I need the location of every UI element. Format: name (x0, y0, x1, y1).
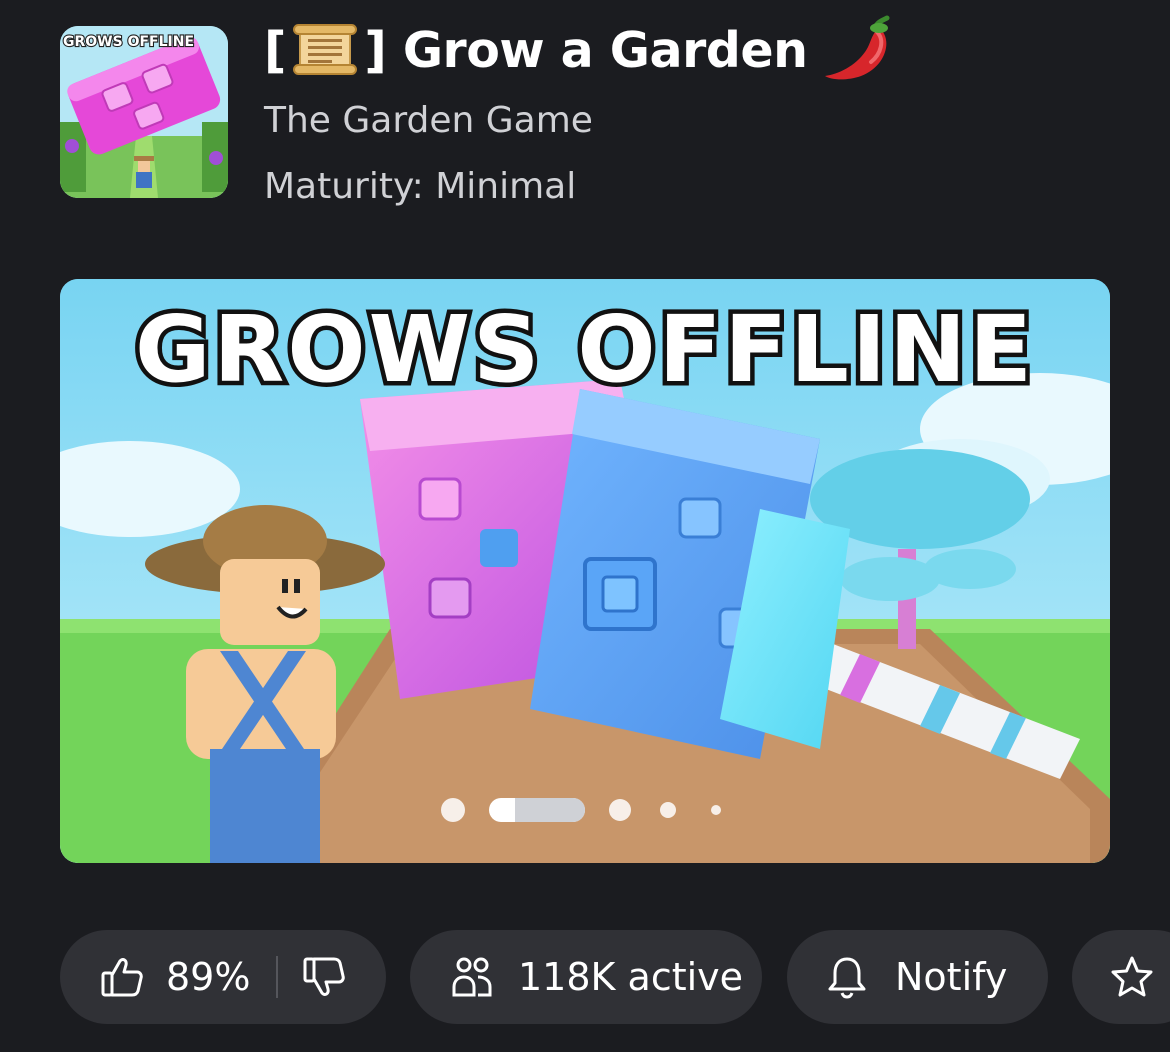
title-bracket-close: ] (364, 21, 387, 79)
chili-pepper-icon (821, 14, 897, 84)
game-title: Grow a Garden (402, 21, 808, 79)
active-players-count: 118K active (518, 955, 744, 999)
carousel-image: GROWS OFFLINE (60, 279, 1110, 863)
players-icon (450, 955, 494, 999)
game-header: GROWS OFFLINE [ ] Grow a Garden The Gard… (60, 15, 1140, 212)
vote-pill: 89% (60, 930, 386, 1024)
carousel-dot[interactable] (660, 802, 676, 818)
bell-icon (827, 955, 867, 999)
notify-button[interactable]: Notify (787, 930, 1048, 1024)
star-icon (1110, 955, 1154, 999)
thumbs-down-icon[interactable] (302, 955, 346, 999)
carousel-indicator (60, 795, 1110, 825)
game-details-page: GROWS OFFLINE [ ] Grow a Garden The Gard… (0, 0, 1170, 1052)
carousel-dot-active[interactable] (489, 798, 585, 822)
page-title: [ ] Grow a Garden (264, 15, 897, 80)
vote-divider (276, 956, 279, 998)
media-carousel[interactable]: GROWS OFFLINE (60, 279, 1110, 863)
scroll-icon (288, 23, 362, 77)
carousel-dot[interactable] (711, 805, 721, 815)
active-players-pill: 118K active (410, 930, 762, 1024)
carousel-dot[interactable] (609, 799, 631, 821)
favorite-button[interactable] (1072, 930, 1170, 1024)
creator-name[interactable]: The Garden Game (264, 100, 593, 141)
carousel-dot[interactable] (441, 798, 465, 822)
notify-label: Notify (895, 955, 1008, 999)
rating-percentage: 89% (166, 955, 251, 999)
maturity-rating: Maturity: Minimal (264, 166, 577, 207)
banner-headline: GROWS OFFLINE (135, 296, 1035, 403)
game-thumbnail[interactable]: GROWS OFFLINE (60, 26, 228, 198)
thumbnail-text: GROWS OFFLINE (63, 34, 194, 50)
thumbs-up-icon[interactable] (100, 955, 144, 999)
title-bracket-open: [ (264, 21, 287, 79)
